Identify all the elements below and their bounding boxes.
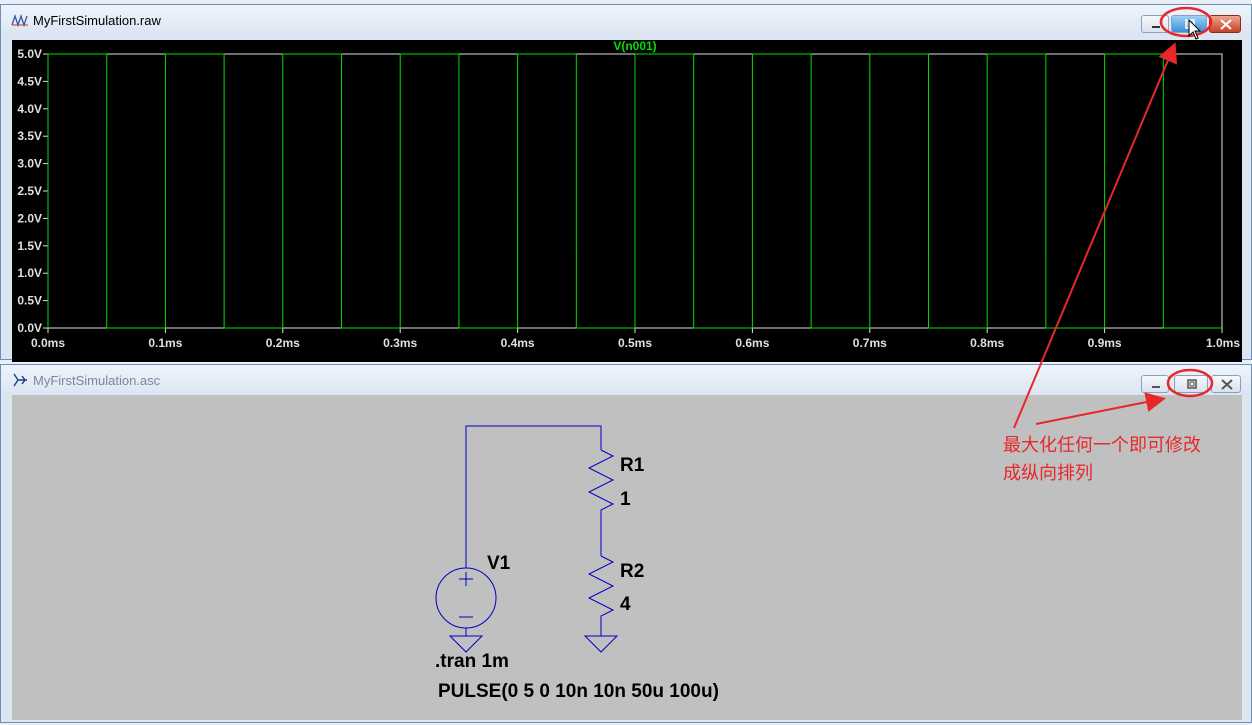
- arrow-to-bottom-button: [1035, 392, 1166, 425]
- annotation-line-1: 最大化任何一个即可修改: [1003, 435, 1201, 456]
- annotation-text: 最大化任何一个即可修改 成纵向排列: [1003, 432, 1201, 488]
- annotation-overlay: [1013, 6, 1214, 429]
- highlight-circle-top: [1159, 6, 1213, 38]
- highlight-circle-bottom: [1166, 368, 1214, 398]
- arrow-to-top-button: [1013, 42, 1178, 429]
- annotation-line-2: 成纵向排列: [1003, 463, 1093, 484]
